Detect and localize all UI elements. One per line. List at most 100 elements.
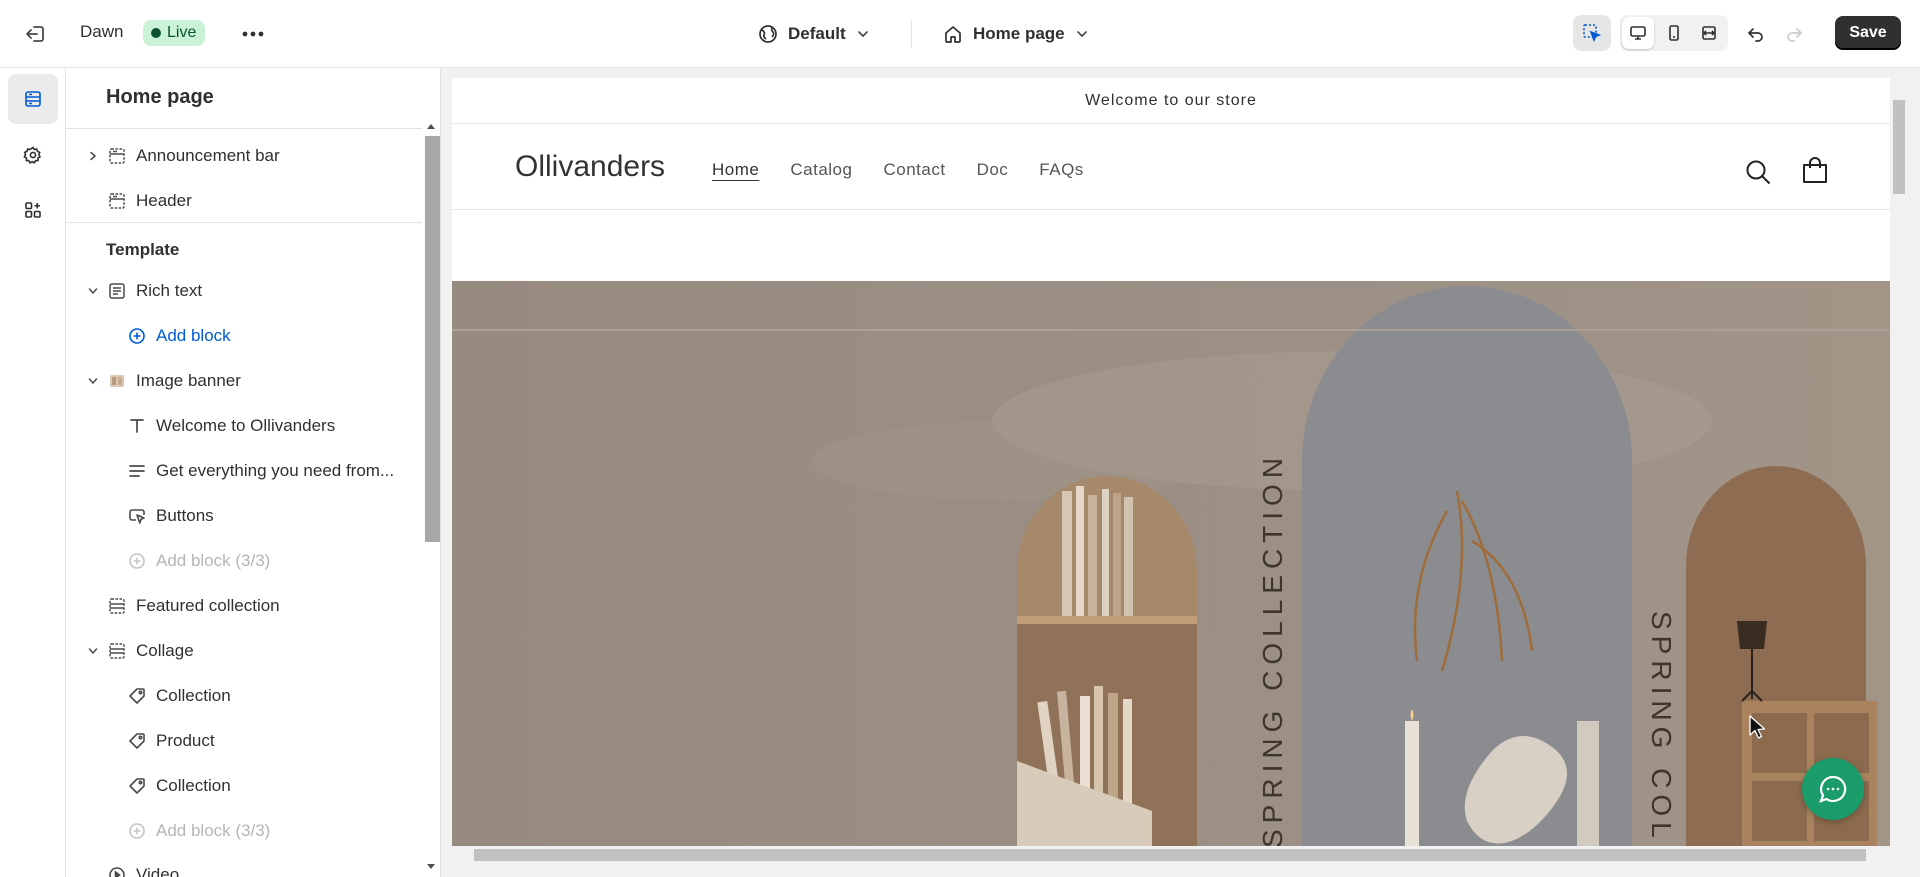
text-paragraph-icon [128,462,146,480]
nav-link-doc[interactable]: Doc [977,160,1009,180]
scrollbar-thumb[interactable] [474,849,1866,861]
nav-link-catalog[interactable]: Catalog [790,160,852,180]
more-horizontal-icon [242,31,264,37]
block-product[interactable]: Product [66,721,422,761]
chevron-down-icon[interactable] [86,646,100,656]
home-icon [943,24,963,44]
section-label: Header [136,191,192,210]
text-heading-icon [128,417,146,435]
viewport-switcher [1620,15,1728,51]
theme-name: Dawn [80,22,124,41]
apps-tab[interactable] [8,185,58,235]
scrollbar-thumb[interactable] [425,136,440,542]
exit-icon [25,23,47,45]
redo-button[interactable] [1778,18,1810,50]
store-logo[interactable]: Ollivanders [515,150,665,184]
preview-vertical-scrollbar[interactable] [1890,78,1907,846]
store-header[interactable]: Ollivanders Home Catalog Contact Doc FAQ… [452,124,1890,210]
video-icon [108,866,126,877]
cart-icon[interactable] [1800,156,1830,191]
redo-icon [1785,25,1803,43]
page-selector[interactable]: Home page [943,18,1099,50]
section-rich-text[interactable]: Rich text [66,271,422,311]
gear-icon [23,145,43,165]
fullwidth-view-button[interactable] [1693,17,1725,49]
status-badge: Live [143,20,206,46]
add-block-label: Add block (3/3) [156,551,271,570]
add-block-button-disabled: Add block (3/3) [66,541,422,581]
save-button[interactable]: Save [1835,16,1901,50]
select-cursor-icon [1582,23,1602,43]
status-badge-label: Live [167,24,197,41]
section-icon [108,597,126,615]
chevron-down-icon [1075,27,1089,41]
section-label: Announcement bar [136,146,280,165]
section-announcement-bar[interactable]: Announcement bar [66,136,422,176]
mobile-view-button[interactable] [1658,17,1690,49]
section-video[interactable]: Video [66,855,422,877]
chat-icon [1816,772,1850,806]
block-collection[interactable]: Collection [66,676,422,716]
nav-link-faqs[interactable]: FAQs [1039,160,1084,180]
block-buttons[interactable]: Buttons [66,496,422,536]
block-label: Buttons [156,506,214,525]
desktop-view-button[interactable] [1622,17,1654,49]
button-cursor-icon [128,507,146,525]
chevron-down-icon [856,27,870,41]
chat-button[interactable] [1802,758,1864,820]
tag-icon [128,777,146,795]
scroll-up-icon[interactable] [426,118,436,136]
undo-button[interactable] [1740,18,1772,50]
main-nav: Home Catalog Contact Doc FAQs [712,160,1115,180]
section-label: Image banner [136,371,241,390]
chevron-right-icon[interactable] [86,151,100,161]
editor-rail [0,68,66,877]
scroll-down-icon[interactable] [426,857,436,875]
sidebar-divider [66,222,422,223]
announcement-bar[interactable]: Welcome to our store [452,78,1890,124]
preview-horizontal-scrollbar[interactable] [452,846,1890,863]
image-banner-icon [108,372,126,390]
scrollbar-thumb[interactable] [1893,100,1905,194]
exit-editor-button[interactable] [20,20,52,48]
image-banner[interactable]: SPRING COLLECTION SPRING COLLE [452,281,1890,846]
template-group-label: Template [106,240,180,259]
storefront-preview[interactable]: Welcome to our store Ollivanders Home Ca… [452,78,1890,846]
mobile-icon [1665,24,1683,42]
plus-circle-icon [128,822,146,840]
section-featured-collection[interactable]: Featured collection [66,586,422,626]
section-icon [108,642,126,660]
globe-icon [758,24,778,44]
section-label: Rich text [136,281,203,300]
chevron-down-icon[interactable] [86,376,100,386]
nav-link-contact[interactable]: Contact [883,160,945,180]
plus-circle-icon [128,327,146,345]
section-image-banner[interactable]: Image banner [66,361,422,401]
add-block-button[interactable]: Add block [66,316,422,356]
page-selector-label: Home page [973,24,1065,43]
search-icon[interactable] [1744,158,1772,191]
block-label: Collection [156,776,231,795]
inspector-toggle-button[interactable] [1573,15,1611,51]
nav-link-home[interactable]: Home [712,160,759,180]
plus-circle-icon [128,552,146,570]
more-actions-button[interactable] [238,20,268,48]
sections-icon [23,89,43,109]
section-collage[interactable]: Collage [66,631,422,671]
block-heading[interactable]: Welcome to Ollivanders [66,406,422,446]
theme-selector[interactable]: Default [758,18,880,50]
sections-tab[interactable] [8,74,58,124]
chevron-down-icon[interactable] [86,286,100,296]
section-icon [108,192,126,210]
sections-sidebar: Home page Announcement bar Header Templa… [66,68,441,877]
sidebar-scrollbar[interactable] [422,116,440,877]
theme-settings-tab[interactable] [8,130,58,180]
block-collection[interactable]: Collection [66,766,422,806]
block-label: Collection [156,686,231,705]
apps-icon [23,200,43,220]
section-header[interactable]: Header [66,181,422,221]
live-dot-icon [151,28,161,38]
block-text[interactable]: Get everything you need from... [66,451,422,491]
banner-arch-text-right: SPRING COLLE [1646,611,1677,846]
tag-icon [128,687,146,705]
